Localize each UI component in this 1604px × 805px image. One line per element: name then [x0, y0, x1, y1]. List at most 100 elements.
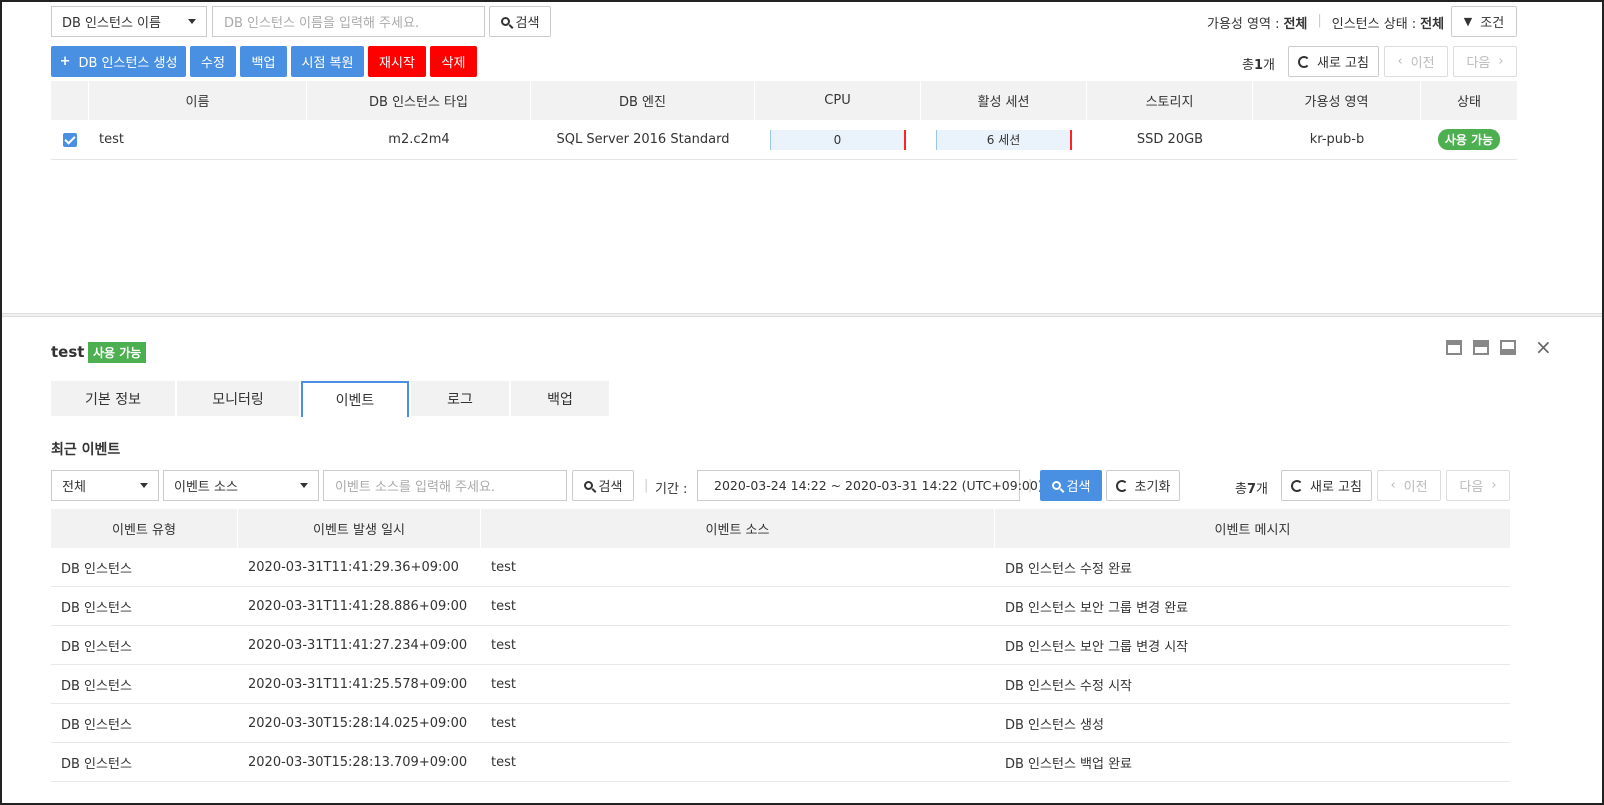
sessions-value: 6 세션: [986, 133, 1021, 147]
table-row[interactable]: DB 인스턴스 2020-03-31T11:41:28.886+09:00 test…: [51, 587, 1510, 626]
create-instance-label: DB 인스턴스 생성: [78, 56, 178, 71]
event-cell-source: test: [491, 715, 516, 731]
detail-status-badge: 사용 가능: [88, 342, 147, 363]
event-prev-page-button[interactable]: ‹ 이전: [1377, 470, 1441, 501]
chevron-down-icon: [188, 19, 196, 24]
backup-button[interactable]: 백업: [240, 46, 287, 77]
tab-monitoring[interactable]: 모니터링: [177, 381, 299, 416]
header-event-type: 이벤트 유형: [51, 509, 238, 548]
chevron-down-icon: [140, 483, 148, 488]
cpu-usage-bar: 0: [770, 129, 906, 150]
instance-search-button-label: 검색: [515, 16, 540, 31]
layout-middle-icon[interactable]: [1473, 340, 1489, 355]
header-status: 상태: [1457, 95, 1481, 110]
cpu-value: 0: [833, 132, 842, 147]
event-search-button[interactable]: 검색: [572, 470, 634, 501]
event-source-select[interactable]: 이벤트 소스: [163, 470, 319, 501]
header-event-message: 이벤트 메시지: [1214, 523, 1291, 538]
availability-zone-label: 가용성 영역 :: [1207, 17, 1280, 32]
table-row[interactable]: DB 인스턴스 2020-03-30T15:28:14.025+09:00 test…: [51, 704, 1510, 743]
tab-basic-info[interactable]: 기본 정보: [51, 381, 175, 416]
layout-bottom-icon[interactable]: [1500, 340, 1516, 355]
prev-page-button[interactable]: ‹ 이전: [1384, 46, 1448, 77]
tab-backup[interactable]: 백업: [511, 381, 609, 416]
table-row[interactable]: DB 인스턴스 2020-03-31T11:41:29.36+09:00 test D…: [51, 548, 1510, 587]
instance-search-input[interactable]: DB 인스턴스 이름을 입력해 주세요.: [212, 6, 485, 37]
event-cell-type: DB 인스턴스: [61, 600, 132, 616]
period-date-range-input[interactable]: 2020-03-24 14:22 ~ 2020-03-31 14:22 (UTC…: [697, 470, 1043, 501]
modify-button[interactable]: 수정: [190, 46, 236, 77]
event-table-header: 이벤트 유형 이벤트 발생 일시 이벤트 소스 이벤트 메시지: [51, 509, 1510, 548]
event-total-count: 총7개: [1235, 478, 1268, 497]
layout-top-icon[interactable]: [1446, 340, 1462, 355]
toolbar-divider: |: [644, 478, 649, 493]
event-next-page-button[interactable]: 다음 ›: [1446, 470, 1510, 501]
delete-button[interactable]: 삭제: [430, 46, 477, 77]
event-cell-message: DB 인스턴스 수정 시작: [1005, 678, 1133, 694]
pane-resize-handle[interactable]: [2, 313, 1602, 317]
total-suffix: 개: [1263, 58, 1275, 73]
delete-label: 삭제: [441, 56, 466, 71]
event-cell-time: 2020-03-31T11:41:28.886+09:00: [248, 598, 468, 614]
reset-button[interactable]: 초기화: [1106, 470, 1180, 501]
search-field-select[interactable]: DB 인스턴스 이름: [51, 6, 207, 37]
header-storage: 스토리지: [1087, 81, 1253, 120]
total-number: 1: [1253, 58, 1264, 73]
chevron-down-icon: [300, 483, 308, 488]
filter-divider: |: [1317, 13, 1322, 28]
tab-logs[interactable]: 로그: [411, 381, 509, 416]
header-sessions: 활성 세션: [921, 81, 1087, 120]
close-icon[interactable]: ×: [1535, 335, 1552, 359]
cell-zone: kr-pub-b: [1309, 132, 1365, 147]
event-type-select[interactable]: 전체: [51, 470, 159, 501]
event-search-primary-button[interactable]: 검색: [1040, 470, 1102, 501]
event-cell-source: test: [491, 676, 516, 692]
next-page-button[interactable]: 다음 ›: [1453, 46, 1517, 77]
refresh-icon: [1291, 479, 1303, 492]
event-refresh-button[interactable]: 새로 고침: [1281, 470, 1372, 501]
table-row[interactable]: DB 인스턴스 2020-03-31T11:41:25.578+09:00 test…: [51, 665, 1510, 704]
event-cell-type: DB 인스턴스: [61, 756, 132, 772]
event-cell-time: 2020-03-31T11:41:27.234+09:00: [248, 637, 468, 653]
filter-button[interactable]: ▼ 조건: [1451, 6, 1517, 37]
cell-sessions: 6 세션: [921, 120, 1087, 159]
event-cell-type: DB 인스턴스: [61, 639, 132, 655]
search-icon: [1051, 481, 1061, 490]
event-cell-type: DB 인스턴스: [61, 717, 132, 733]
create-instance-button[interactable]: + DB 인스턴스 생성: [51, 46, 186, 77]
event-cell-time: 2020-03-30T15:28:13.709+09:00: [248, 754, 468, 770]
table-row[interactable]: DB 인스턴스 2020-03-30T15:28:13.709+09:00 test…: [51, 743, 1510, 782]
refresh-button[interactable]: 새로 고침: [1288, 46, 1379, 77]
header-event-source: 이벤트 소스: [481, 509, 995, 548]
checkbox-checked-icon: [63, 132, 77, 147]
tab-events[interactable]: 이벤트: [301, 381, 409, 417]
event-source-select-label: 이벤트 소스: [174, 480, 238, 495]
chevron-left-icon: ‹: [1390, 478, 1396, 493]
event-cell-message: DB 인스턴스 생성: [1005, 717, 1104, 733]
point-restore-button[interactable]: 시점 복원: [291, 46, 364, 77]
event-cell-source: test: [491, 559, 516, 575]
instance-status-label: 인스턴스 상태 :: [1331, 17, 1417, 32]
event-total-suffix: 개: [1256, 482, 1268, 497]
table-row[interactable]: test m2.c2m4 SQL Server 2016 Standard 0 …: [51, 120, 1517, 160]
event-cell-message: DB 인스턴스 보안 그룹 변경 완료: [1005, 600, 1189, 616]
search-icon: [500, 17, 510, 26]
chevron-right-icon: ›: [1498, 54, 1504, 69]
header-zone: 가용성 영역: [1253, 81, 1421, 120]
modify-label: 수정: [201, 56, 225, 71]
detail-title: test: [51, 343, 85, 361]
filter-button-label: 조건: [1480, 16, 1505, 31]
event-source-input[interactable]: 이벤트 소스를 입력해 주세요.: [323, 470, 567, 501]
chevron-right-icon: ›: [1491, 478, 1497, 493]
event-cell-message: DB 인스턴스 보안 그룹 변경 시작: [1005, 639, 1189, 655]
refresh-label: 새로 고침: [1317, 56, 1369, 71]
next-label: 다음: [1466, 56, 1491, 71]
select-column-header: [51, 81, 89, 120]
instance-search-button[interactable]: 검색: [489, 6, 551, 37]
chevron-left-icon: ‹: [1397, 54, 1403, 69]
period-value: 2020-03-24 14:22 ~ 2020-03-31 14:22 (UTC…: [714, 478, 1043, 493]
row-checkbox[interactable]: [51, 120, 89, 159]
table-row[interactable]: DB 인스턴스 2020-03-31T11:41:27.234+09:00 test…: [51, 626, 1510, 665]
restart-button[interactable]: 재시작: [368, 46, 426, 77]
status-badge: 사용 가능: [1437, 129, 1501, 150]
